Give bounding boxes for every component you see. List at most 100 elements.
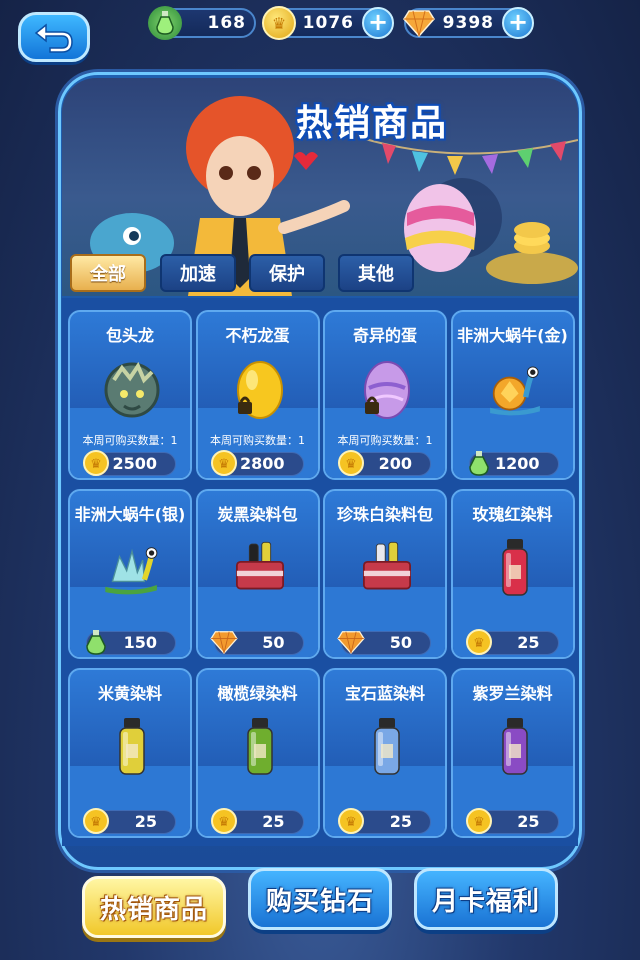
price-value: 25 [517, 812, 540, 831]
price-value: 25 [134, 812, 157, 831]
price-tag[interactable]: 150 [86, 630, 176, 655]
price-value: 50 [389, 633, 412, 652]
coin-counter: ♛ 1076 + [262, 6, 394, 40]
potion-counter: 168 [148, 6, 256, 40]
shop-item-card[interactable]: 珍珠白染料包 50 [323, 489, 447, 659]
filter-tab-speed[interactable]: 加速 [160, 254, 236, 292]
coin-icon: ♛ [464, 627, 494, 657]
purple-egg-icon [355, 358, 419, 422]
price-tag[interactable]: ♛ 200 [338, 450, 431, 476]
svg-text:♛: ♛ [345, 457, 357, 472]
price-tag[interactable]: ♛ 2800 [210, 450, 304, 476]
shop-item-card[interactable]: 包头龙本周可购买数量：1 ♛ 2500 [68, 310, 192, 480]
item-name: 宝石蓝染料 [344, 684, 425, 703]
svg-text:♛: ♛ [473, 636, 485, 651]
price-value: 2500 [112, 454, 157, 473]
shop-item-card[interactable]: 非洲大蜗牛(金) 1200 [450, 310, 575, 480]
gem-counter: 9398 + [402, 6, 534, 40]
coin-icon: ♛ [209, 806, 239, 836]
gem-icon [209, 627, 239, 657]
svg-text:♛: ♛ [218, 815, 230, 830]
gold-snail-icon [483, 358, 547, 422]
price-tag[interactable]: 50 [209, 631, 304, 655]
potion-icon [81, 627, 111, 657]
potion-icon [148, 6, 182, 40]
price-tag[interactable]: ♛ 25 [465, 808, 559, 834]
dragon-head-icon [100, 358, 164, 422]
shop-item-card[interactable]: 不朽龙蛋 本周可购买数量：1 ♛ 2800 [195, 310, 320, 480]
item-name: 包头龙 [105, 326, 154, 345]
shop-item-card[interactable]: 玫瑰红染料 ♛ 25 [450, 489, 575, 659]
gem-count: 9398 [442, 13, 494, 33]
shop-item-card[interactable]: 紫罗兰染料 ♛ 25 [450, 668, 575, 838]
potion-count: 168 [207, 13, 246, 33]
banner-title: 热销商品 [296, 103, 449, 144]
dye-bottle-icon [100, 716, 164, 780]
bottom-tab-buy-diamonds[interactable]: 购买钻石 [248, 868, 392, 930]
shop-item-card[interactable]: 橄榄绿染料 ♛ 25 [195, 668, 320, 838]
svg-text:♛: ♛ [90, 815, 102, 830]
dye-bottle-icon [483, 716, 547, 780]
coin-icon: ♛ [464, 806, 494, 836]
dye-bottle-icon [483, 537, 547, 601]
shop-item-card[interactable]: 奇异的蛋 本周可购买数量：1 ♛ 200 [323, 310, 447, 480]
coin-count: 1076 [302, 13, 354, 33]
price-value: 1200 [494, 454, 540, 473]
svg-text:♛: ♛ [218, 457, 230, 472]
item-name: 米黄染料 [97, 684, 162, 703]
shop-item-card[interactable]: 米黄染料 ♛ 25 [68, 668, 192, 838]
price-value: 25 [262, 812, 285, 831]
potion-icon [464, 448, 494, 478]
svg-text:♛: ♛ [345, 815, 357, 830]
bottom-tab-hot-items[interactable]: 热销商品 [82, 876, 226, 938]
shop-item-card[interactable]: 炭黑染料包 50 [195, 489, 320, 659]
price-tag[interactable]: ♛ 2500 [83, 450, 176, 476]
dye-bottle-icon [228, 716, 292, 780]
price-value: 50 [262, 633, 285, 652]
price-tag[interactable]: 50 [337, 631, 431, 655]
item-name: 紫罗兰染料 [472, 684, 553, 703]
weekly-limit-label: 本周可购买数量：1 [82, 434, 178, 447]
price-value: 200 [378, 454, 412, 473]
price-tag[interactable]: ♛ 25 [465, 629, 559, 655]
gem-icon [402, 6, 436, 40]
filter-tab-other[interactable]: 其他 [338, 254, 414, 292]
shop-item-card[interactable]: 宝石蓝染料 ♛ 25 [323, 668, 447, 838]
filter-tab-protect[interactable]: 保护 [249, 254, 325, 292]
add-coins-button[interactable]: + [362, 7, 394, 39]
back-button[interactable] [18, 12, 90, 62]
svg-text:♛: ♛ [90, 457, 102, 472]
price-tag[interactable]: ♛ 25 [83, 808, 176, 834]
price-value: 2800 [239, 454, 285, 473]
add-gems-button[interactable]: + [502, 7, 534, 39]
item-name: 玫瑰红染料 [472, 505, 553, 524]
price-tag[interactable]: ♛ 25 [338, 808, 431, 834]
dye-pack-icon [228, 537, 292, 601]
coin-icon: ♛ [262, 6, 296, 40]
shop-item-card[interactable]: 非洲大蜗牛(银) 150 [68, 489, 192, 659]
item-name: 橄榄绿染料 [217, 684, 298, 703]
coin-icon: ♛ [336, 806, 366, 836]
coin-icon: ♛ [209, 448, 239, 478]
item-name: 炭黑染料包 [217, 505, 298, 524]
price-tag[interactable]: 1200 [468, 451, 559, 476]
item-name: 珍珠白染料包 [336, 505, 433, 524]
coin-icon: ♛ [336, 448, 366, 478]
coin-icon: ♛ [81, 806, 111, 836]
dye-bottle-icon [355, 716, 419, 780]
item-name: 不朽龙蛋 [225, 326, 290, 345]
item-name: 非洲大蜗牛(银) [74, 505, 186, 524]
price-tag[interactable]: ♛ 25 [210, 808, 304, 834]
filter-tab-all[interactable]: 全部 [70, 254, 146, 292]
golden-egg-icon [228, 358, 292, 422]
item-name: 非洲大蜗牛(金) [457, 326, 568, 345]
dye-pack-icon [355, 537, 419, 601]
back-arrow-icon [34, 23, 73, 53]
gem-icon [336, 627, 366, 657]
item-name: 奇异的蛋 [352, 326, 417, 345]
coin-icon: ♛ [81, 448, 111, 478]
silver-snail-icon [100, 537, 164, 601]
bottom-tab-monthly-card[interactable]: 月卡福利 [414, 868, 558, 930]
price-value: 25 [389, 812, 412, 831]
price-value: 25 [517, 633, 540, 652]
